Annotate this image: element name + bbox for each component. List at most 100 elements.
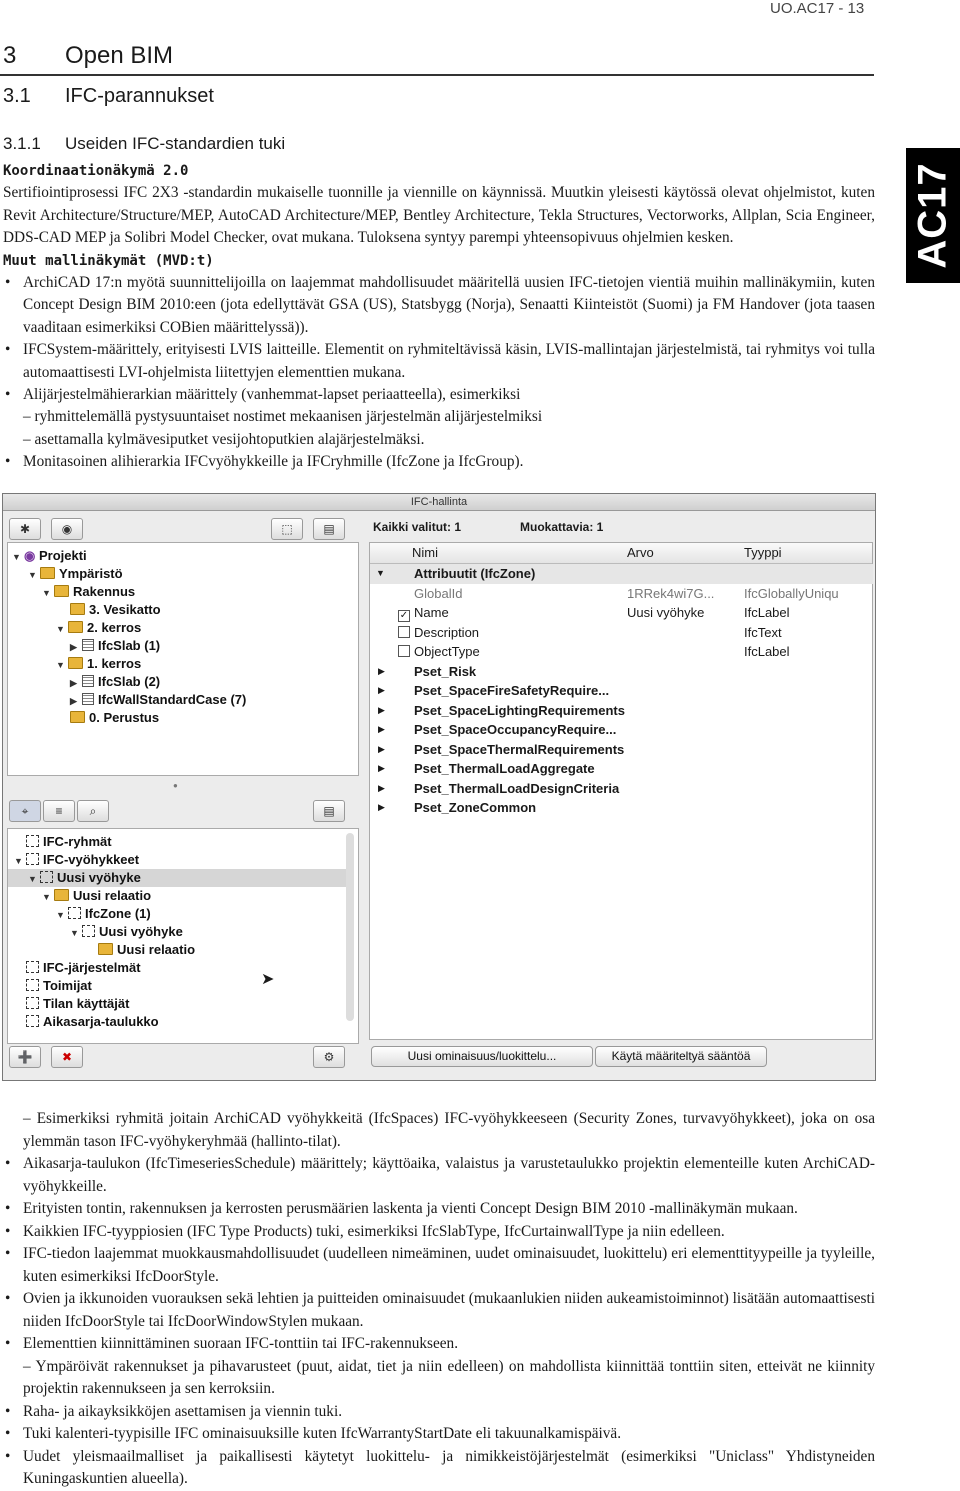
table-row[interactable]: ▶ Pset_SpaceFireSafetyRequire... — [370, 681, 873, 701]
section-1-title: Koordinaationäkymä 2.0 — [3, 163, 189, 179]
heading-3: 3.1.1 Useiden IFC-standardien tuki — [3, 134, 285, 154]
apply-rule-button[interactable]: Käytä määriteltyä sääntöä — [595, 1046, 767, 1067]
list-item: Monitasoinen alihierarkia IFCvyöhykkeill… — [3, 451, 875, 474]
tree-item[interactable]: ▼ Ympäristö — [28, 565, 123, 583]
tree-item[interactable]: Toimijat — [26, 977, 92, 995]
heading-3-number: 3.1.1 — [3, 134, 41, 153]
section-1-paragraph: Sertifiointiprosessi IFC 2X3 -standardin… — [3, 184, 875, 247]
ifc-manager-screenshot: IFC-hallinta ✱ ◉ ⬚ ▤ ▼ ◉ Projekti ▼ Ympäri… — [2, 493, 876, 1081]
project-tree[interactable]: ▼ ◉ Projekti ▼ Ympäristö ▼ Rakennus 3. Vesi… — [7, 542, 359, 776]
table-row[interactable]: ▶ Pset_ThermalLoadDesignCriteria — [370, 779, 873, 799]
splitter-handle[interactable]: ● — [173, 781, 178, 790]
table-row[interactable]: ▶ Pset_ZoneCommon — [370, 798, 873, 818]
table-row[interactable]: ▼ Attribuutit (IfcZone) — [370, 564, 873, 584]
selected-count: Kaikki valitut: 1 — [373, 520, 462, 534]
tree-item[interactable]: ▼ Uusi relaatio — [42, 887, 151, 905]
table-row[interactable]: GlobalId 1RRek4wi7G... IfcGloballyUniqu — [370, 584, 873, 604]
tree-item[interactable]: ▼ IFC-vyöhykkeet — [14, 851, 139, 869]
list-item: Elementtien kiinnittäminen suoraan IFC-t… — [3, 1333, 875, 1401]
list-item: ArchiCAD 17:n myötä suunnittelijoilla on… — [3, 272, 875, 339]
table-row[interactable]: Description IfcText — [370, 623, 873, 643]
list-item: IFC-tiedon laajemmat muokkausmahdollisuu… — [3, 1243, 875, 1288]
list-item: Aikasarja-taulukon (IfcTimeseriesSchedul… — [3, 1153, 875, 1198]
heading-2-number: 3.1 — [3, 85, 31, 107]
filter-icon[interactable]: ▤ — [313, 518, 345, 540]
heading-1-number: 3 — [3, 42, 17, 69]
tree-item[interactable]: ▼ ◉ Projekti — [12, 547, 87, 565]
tree-item[interactable]: IFC-ryhmät — [26, 833, 112, 851]
tree-item[interactable]: 0. Perustus — [70, 709, 159, 727]
zone-view-icon[interactable]: ⌖ — [9, 800, 41, 822]
list-item: Erityisten tontin, rakennuksen ja kerros… — [3, 1198, 875, 1221]
heading-2-text: IFC-parannukset — [65, 85, 214, 107]
page-code: UO.AC17 - 13 — [770, 0, 865, 17]
sub-item: – Ympäröivät rakennukset ja pihavarustee… — [23, 1357, 875, 1398]
palette-icon[interactable]: ⚙ — [313, 1046, 345, 1068]
hierarchy-icon[interactable]: ≡ — [43, 800, 75, 822]
delete-icon[interactable]: ✖ — [51, 1046, 83, 1068]
list-item: Tuki kalenteri-tyypisille IFC ominaisuuk… — [3, 1423, 875, 1446]
header-rule — [0, 74, 874, 76]
table-row[interactable]: ▶ Pset_Risk — [370, 662, 873, 682]
list-item: IFCSystem-määrittely, erityisesti LVIS l… — [3, 339, 875, 384]
group-tree[interactable]: IFC-ryhmät ▼ IFC-vyöhykkeet ▼ Uusi vyöhyke… — [7, 828, 359, 1044]
table-row[interactable]: ObjectType IfcLabel — [370, 642, 873, 662]
tree-item-selected[interactable]: ▼ Uusi vyöhyke — [8, 869, 350, 887]
tree-item[interactable]: Uusi relaatio — [98, 941, 195, 959]
scrollbar[interactable] — [346, 833, 354, 1021]
tree-item[interactable]: ▶ IfcSlab (1) — [70, 637, 160, 655]
table-header: Nimi Arvo Tyyppi — [370, 543, 872, 564]
section-2-title: Muut mallinäkymät (MVD:t) — [3, 252, 214, 269]
filter-icon[interactable]: ▤ — [313, 800, 345, 822]
table-row[interactable]: ▶ Pset_SpaceThermalRequirements — [370, 740, 873, 760]
feature-list: Aikasarja-taulukon (IfcTimeseriesSchedul… — [3, 1153, 875, 1491]
eye-icon[interactable]: ◉ — [51, 518, 83, 540]
mouse-cursor-icon: ➤ — [261, 971, 275, 988]
heading-1-text: Open BIM — [65, 42, 174, 69]
checkbox-checked[interactable]: ✓ — [398, 610, 410, 622]
list-item-text: Alijärjestelmähierarkian määrittely (van… — [23, 386, 521, 404]
new-item-icon[interactable]: ➕ — [9, 1046, 41, 1068]
list-item: Raha- ja aikayksikköjen asettamisen ja v… — [3, 1401, 875, 1424]
search-icon[interactable]: ⌕ — [77, 800, 109, 822]
list-item-text: Elementtien kiinnittäminen suoraan IFC-t… — [23, 1335, 459, 1352]
heading-2: 3.1 IFC-parannukset — [3, 85, 214, 108]
heading-3-text: Useiden IFC-standardien tuki — [65, 134, 286, 153]
table-row[interactable]: ✓ Name Uusi vyöhyke IfcLabel — [370, 603, 873, 623]
select-icon[interactable]: ⬚ — [271, 518, 303, 540]
dialog-title: IFC-hallinta — [3, 494, 875, 511]
side-tab-label: AC17 — [910, 162, 955, 269]
tree-item[interactable]: Aikasarja-taulukko — [26, 1013, 159, 1031]
tree-item[interactable]: Tilan käyttäjät — [26, 995, 129, 1013]
tree-item[interactable]: ▼ 2. kerros — [56, 619, 141, 637]
new-property-button[interactable]: Uusi ominaisuus/luokittelu... — [371, 1046, 593, 1067]
list-item: Alijärjestelmähierarkian määrittely (van… — [3, 384, 875, 451]
editable-count: Muokattavia: 1 — [520, 520, 604, 534]
tree-item[interactable]: ▶ IfcSlab (2) — [70, 673, 160, 691]
checkbox[interactable] — [398, 625, 410, 638]
list-item: Uudet yleismaailmalliset ja paikallisest… — [3, 1446, 875, 1491]
list-item: Kaikkien IFC-tyyppiosien (IFC Type Produ… — [3, 1221, 875, 1244]
property-table[interactable]: Nimi Arvo Tyyppi ▼ Attribuutit (IfcZone) … — [369, 542, 873, 1040]
col-value[interactable]: Arvo — [627, 543, 654, 563]
table-row[interactable]: ▶ Pset_ThermalLoadAggregate — [370, 759, 873, 779]
heading-1: 3 Open BIM — [3, 42, 173, 70]
tree-item[interactable]: IFC-järjestelmät — [26, 959, 141, 977]
tree-item[interactable]: ▼ 1. kerros — [56, 655, 141, 673]
col-type[interactable]: Tyyppi — [744, 543, 782, 563]
tree-item[interactable]: ▼ IfcZone (1) — [56, 905, 151, 923]
table-row[interactable]: ▶ Pset_SpaceLightingRequirements — [370, 701, 873, 721]
side-tab: AC17 — [906, 148, 960, 283]
tree-item[interactable]: ▼ Uusi vyöhyke — [70, 923, 183, 941]
tree-item[interactable]: 3. Vesikatto — [70, 601, 161, 619]
table-row[interactable]: ▶ Pset_SpaceOccupancyRequire... — [370, 720, 873, 740]
list-item: Ovien ja ikkunoiden vuorauksen sekä leht… — [3, 1288, 875, 1333]
section-2-list: ArchiCAD 17:n myötä suunnittelijoilla on… — [3, 272, 875, 474]
sub-item: – asettamalla kylmävesiputket vesijohtop… — [23, 430, 425, 448]
checkbox[interactable] — [398, 645, 410, 657]
col-name[interactable]: Nimi — [412, 543, 438, 563]
refresh-icon[interactable]: ✱ — [9, 518, 41, 540]
tree-item[interactable]: ▼ Rakennus — [42, 583, 135, 601]
sub-item: – ryhmittelemällä pystysuuntaiset nostim… — [23, 408, 543, 426]
tree-item[interactable]: ▶ IfcWallStandardCase (7) — [70, 691, 246, 709]
